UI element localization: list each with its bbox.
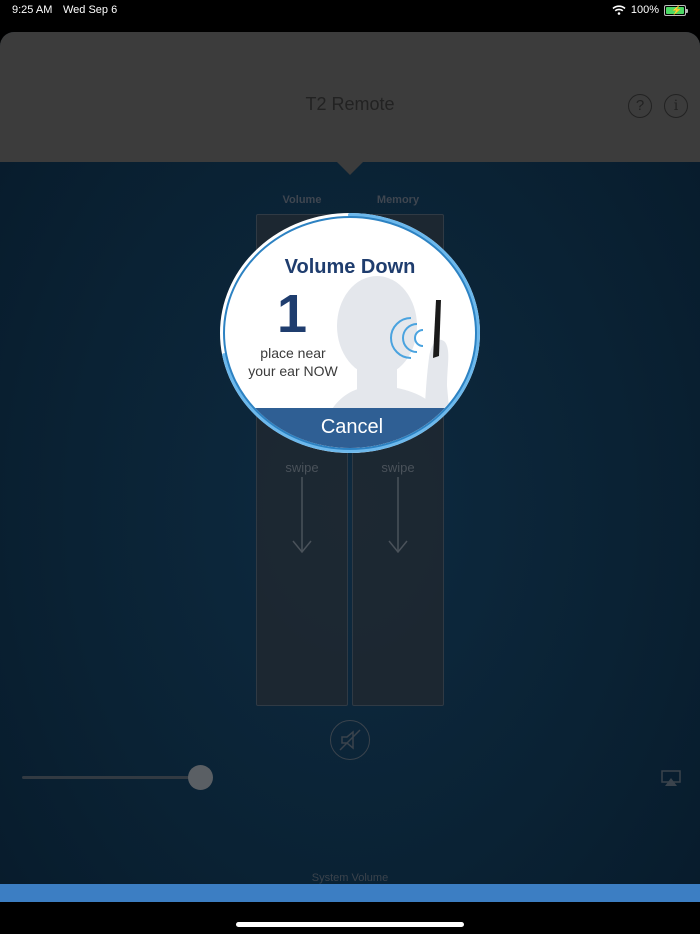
app-container: T2 Remote ? i Volume swipe Memory swipe [0,32,700,902]
cancel-button[interactable]: Cancel [225,408,475,448]
system-volume-label: System Volume [311,872,389,884]
battery-percent: 100% [630,4,659,16]
wifi-icon [612,5,626,15]
page-title: T2 Remote [305,94,395,114]
system-volume-slider-track[interactable] [22,776,202,779]
memory-column-label: Memory [376,194,420,206]
status-time: 9:25 AM [12,4,53,16]
arrow-down-icon [388,477,408,553]
screen: 9:25 AM Wed Sep 6 100% ⚡ T2 Remote ? i V… [0,0,700,934]
cancel-label: Cancel [320,416,384,438]
question-circle-icon: ? [635,97,645,114]
info-button[interactable]: i [664,94,688,118]
system-volume-slider-thumb[interactable] [187,765,213,790]
help-button[interactable]: ? [628,94,652,118]
info-circle-icon: i [673,98,679,114]
countdown-number: 1 [276,284,308,344]
status-bar: 9:25 AM Wed Sep 6 100% ⚡ [0,0,700,24]
speaker-muted-icon [339,729,361,751]
airplay-icon[interactable] [661,770,681,788]
battery-icon: ⚡ [664,4,688,16]
dialog-face: Volume Down 1 place near your ear NOW Ca… [223,216,477,450]
bottom-bar [0,884,700,902]
header-notch [335,160,365,175]
status-date: Wed Sep 6 [63,4,118,16]
home-indicator[interactable] [236,922,464,927]
status-right: 100% ⚡ [612,4,688,16]
nav-header: T2 Remote ? i [0,32,700,162]
volume-swipe-label: swipe [285,460,319,475]
dialog-title: Volume Down [284,256,416,278]
instruction-text: place near your ear NOW [248,345,338,379]
volume-down-dialog: Volume Down 1 place near your ear NOW Ca… [219,212,481,454]
mute-button[interactable] [330,720,370,760]
memory-swipe-label: swipe [381,460,415,475]
volume-column-label: Volume [282,194,322,206]
arrow-down-icon [292,477,312,553]
